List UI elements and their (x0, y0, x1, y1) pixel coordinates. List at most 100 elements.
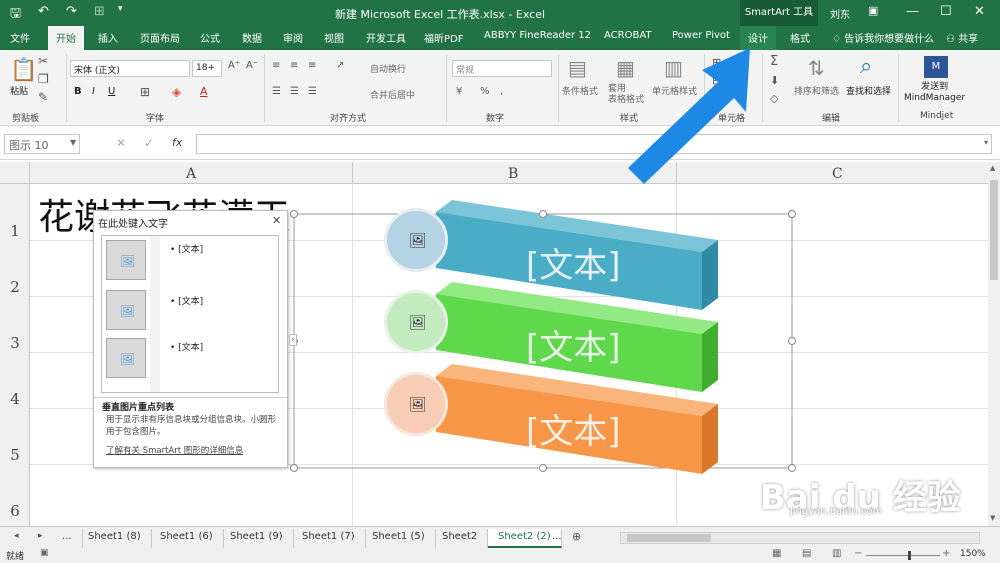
enter-icon[interactable]: ✓ (144, 136, 154, 150)
tell-me-search[interactable]: ♢ 告诉我你想要做什么 (832, 30, 934, 45)
tab-developer[interactable]: 开发工具 (366, 30, 406, 45)
format-cells-icon[interactable]: ▤ (712, 92, 722, 105)
tab-power-pivot[interactable]: Power Pivot (672, 30, 730, 41)
close-button[interactable]: ✕ (974, 4, 985, 19)
sheet-tab[interactable]: Sheet1 (7) (292, 529, 366, 548)
delete-cells-icon[interactable]: ⊟ (712, 74, 721, 87)
smartart-text-2[interactable]: [文本] (526, 320, 621, 369)
name-box[interactable]: 图示 10 (4, 134, 80, 154)
picture-placeholder-3[interactable]: 🖼 (384, 372, 448, 436)
align-middle-icon[interactable]: ≡ (290, 60, 298, 71)
scroll-thumb[interactable] (990, 180, 998, 280)
cancel-icon[interactable]: ✕ (116, 136, 126, 150)
copy-icon[interactable]: ❐ (38, 72, 49, 86)
currency-icon[interactable]: ¥ (456, 86, 462, 97)
bold-button[interactable]: B (74, 86, 82, 97)
grow-font-icon[interactable]: A⁺ (228, 60, 240, 71)
row-header-4[interactable]: 4 (0, 390, 30, 408)
row-header-5[interactable]: 5 (0, 446, 30, 464)
row-header-3[interactable]: 3 (0, 334, 30, 352)
text-pane-picture-1[interactable]: 🖼 (106, 240, 146, 280)
sheet-tab[interactable]: Sheet1 (5) (362, 529, 436, 548)
sheet-tab[interactable]: Sheet2 (432, 529, 489, 548)
align-bottom-icon[interactable]: ≡ (308, 60, 316, 71)
maximize-button[interactable]: ☐ (940, 4, 952, 19)
smartart-text-3[interactable]: [文本] (526, 404, 621, 453)
conditional-format-icon[interactable]: ▤ (568, 56, 587, 80)
select-all-corner[interactable] (0, 162, 30, 184)
wrap-text-button[interactable]: 自动换行 (370, 62, 406, 75)
sort-filter-button[interactable]: 排序和筛选 (794, 84, 839, 97)
paste-label[interactable]: 粘贴 (10, 84, 28, 97)
picture-placeholder-1[interactable]: 🖼 (384, 208, 448, 272)
orientation-icon[interactable]: ↗ (336, 60, 344, 71)
column-header-c[interactable]: C (832, 166, 843, 182)
vertical-scrollbar[interactable]: ▲ ▼ (988, 162, 1000, 526)
horizontal-scrollbar[interactable] (620, 532, 980, 544)
text-pane-bullet-2[interactable]: • [文本] (170, 294, 203, 307)
normal-view-icon[interactable]: ▦ (772, 548, 781, 559)
tab-review[interactable]: 审阅 (283, 30, 303, 45)
tab-acrobat[interactable]: ACROBAT (604, 30, 652, 41)
italic-button[interactable]: I (92, 86, 95, 97)
cell-style-button[interactable]: 单元格样式 (652, 84, 697, 97)
zoom-out-icon[interactable]: − (854, 548, 862, 559)
sheet-tab[interactable]: Sheet1 (8) (78, 529, 152, 548)
tab-data[interactable]: 数据 (242, 30, 262, 45)
border-icon[interactable]: ⊞ (140, 85, 150, 99)
scroll-left-icon[interactable]: ◂ (14, 531, 19, 541)
font-color-icon[interactable]: A (200, 85, 208, 98)
tab-file[interactable]: 文件 (10, 30, 30, 45)
tab-view[interactable]: 视图 (324, 30, 344, 45)
page-break-view-icon[interactable]: ▥ (832, 548, 841, 559)
sort-filter-icon[interactable]: ⇅ (808, 56, 825, 80)
h-scroll-thumb[interactable] (627, 534, 711, 542)
align-center-icon[interactable]: ☰ (290, 86, 299, 97)
add-sheet-icon[interactable]: ⊕ (572, 530, 581, 543)
tab-design[interactable]: 设计 (740, 26, 776, 50)
smartart-text-1[interactable]: [文本] (526, 238, 621, 287)
expand-formula-icon[interactable]: ▾ (984, 138, 988, 147)
scroll-up-icon[interactable]: ▲ (990, 164, 995, 172)
number-format-select[interactable]: 常规 (452, 60, 552, 77)
zoom-level[interactable]: 150% (960, 549, 986, 559)
tab-page-layout[interactable]: 页面布局 (140, 30, 180, 45)
sheet-tab[interactable]: Sheet1 (6) (150, 529, 224, 548)
text-pane-list[interactable]: 🖼 🖼 🖼 • [文本] • [文本] • [文本] (101, 235, 279, 393)
table-format-icon[interactable]: ▦ (616, 56, 635, 80)
mindmanager-icon[interactable]: M (924, 56, 948, 78)
align-right-icon[interactable]: ☰ (308, 86, 317, 97)
column-header-a[interactable]: A (186, 166, 196, 182)
close-icon[interactable]: ✕ (272, 214, 281, 227)
page-layout-view-icon[interactable]: ▤ (802, 548, 811, 559)
merge-center-button[interactable]: 合并后居中 (370, 88, 415, 101)
clear-icon[interactable]: ◇ (770, 92, 778, 105)
row-header-2[interactable]: 2 (0, 278, 30, 296)
align-top-icon[interactable]: ≡ (272, 60, 280, 71)
macro-record-icon[interactable]: ▣ (40, 548, 49, 558)
picture-placeholder-2[interactable]: 🖼 (384, 290, 448, 354)
zoom-slider-thumb[interactable] (908, 551, 911, 560)
format-painter-icon[interactable]: ✎ (38, 90, 48, 104)
text-pane-toggle-icon[interactable]: › (289, 334, 297, 346)
tab-foxit-pdf[interactable]: 福昕PDF (424, 30, 463, 45)
comma-icon[interactable]: , (500, 86, 503, 97)
percent-icon[interactable]: % (480, 86, 490, 97)
underline-button[interactable]: U (108, 86, 115, 97)
autosum-icon[interactable]: Σ (770, 54, 778, 69)
font-name-select[interactable]: 宋体 (正文) (70, 60, 190, 77)
tab-home[interactable]: 开始 (48, 26, 84, 50)
user-name[interactable]: 刘东 (830, 6, 850, 21)
formula-input[interactable] (196, 134, 992, 154)
learn-more-link[interactable]: 了解有关 SmartArt 图形的详细信息 (106, 444, 243, 456)
zoom-in-icon[interactable]: + (942, 548, 950, 559)
tab-formulas[interactable]: 公式 (200, 30, 220, 45)
send-to-mindmanager-button[interactable]: 发送到 MindManager (904, 82, 965, 104)
scroll-right-icon[interactable]: ▸ (38, 531, 43, 541)
table-format-button[interactable]: 套用 表格格式 (608, 84, 644, 106)
font-size-select[interactable]: 18+ (192, 60, 222, 77)
text-pane-bullet-3[interactable]: • [文本] (170, 340, 203, 353)
align-left-icon[interactable]: ☰ (272, 86, 281, 97)
customize-qat-icon[interactable]: ▾ (118, 4, 123, 14)
paste-icon[interactable]: 📋 (10, 58, 37, 83)
